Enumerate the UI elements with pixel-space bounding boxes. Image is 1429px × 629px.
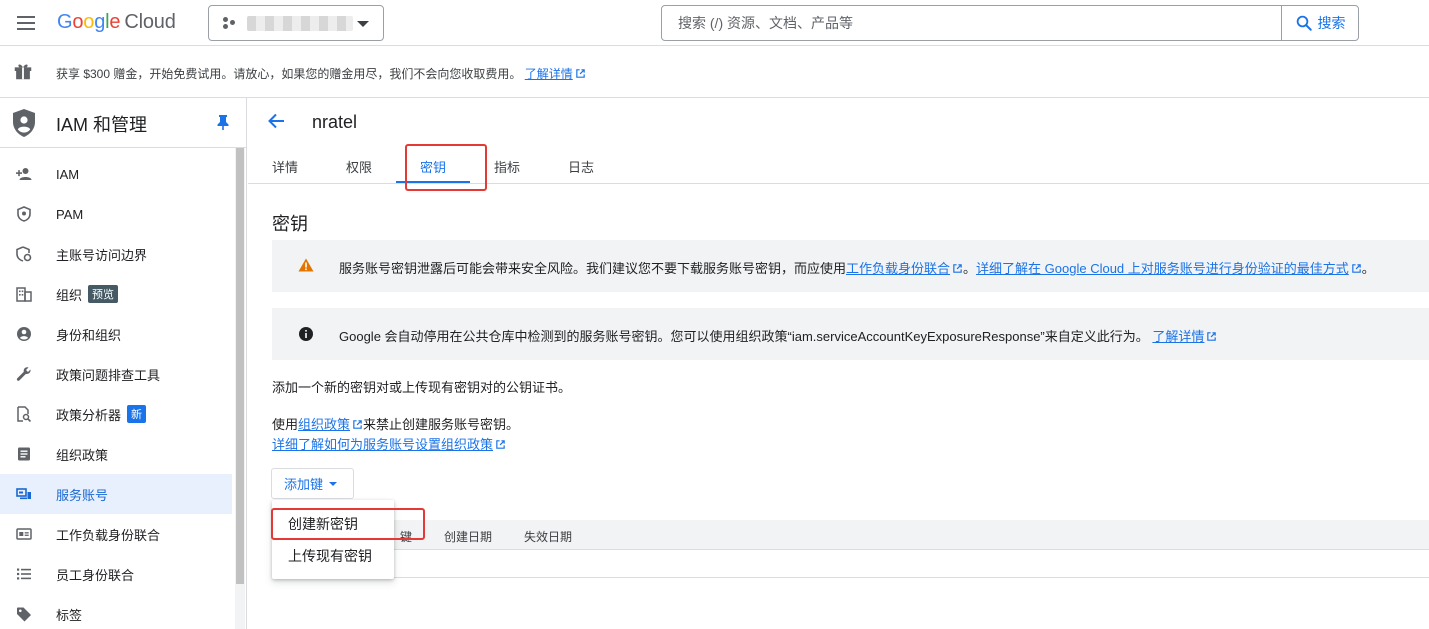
- sidebar-item-policy-analyzer[interactable]: 政策分析器 新: [0, 394, 232, 434]
- chevron-down-icon: [329, 481, 338, 486]
- top-bar: Google Cloud 搜索: [0, 0, 1429, 46]
- info-learn-more-link[interactable]: 了解详情: [1152, 329, 1204, 344]
- principal-boundary-icon: [16, 246, 32, 262]
- menu-icon[interactable]: [14, 12, 38, 34]
- search-icon: [1296, 15, 1312, 31]
- add-key-button[interactable]: 添加键: [271, 468, 354, 499]
- external-link-icon: [575, 69, 585, 78]
- sidebar-item-pam[interactable]: PAM: [0, 194, 232, 234]
- sidebar-item-iam[interactable]: IAM: [0, 154, 232, 194]
- table-divider: [272, 577, 1429, 578]
- tab-details[interactable]: 详情: [272, 157, 298, 176]
- policy-analyzer-icon: [17, 406, 32, 422]
- external-link-icon: [353, 420, 362, 429]
- search-button[interactable]: 搜索: [1281, 6, 1358, 40]
- section-title: 密钥: [272, 214, 308, 234]
- warning-notice: 服务账号密钥泄露后可能会带来安全风险。我们建议您不要下载服务账号密钥，而应使用工…: [272, 240, 1429, 292]
- column-header-created: 创建日期: [444, 530, 493, 544]
- warning-icon: [298, 258, 314, 272]
- add-key-description: 添加一个新的密钥对或上传现有密钥对的公钥证书。: [272, 380, 572, 395]
- keys-table-header: 键 创建日期 失效日期: [272, 520, 1429, 550]
- warning-text: 服务账号密钥泄露后可能会带来安全风险。我们建议您不要下载服务账号密钥，而应使用工…: [339, 261, 1375, 276]
- iam-shield-icon: [13, 109, 35, 137]
- org-policy-text: 使用组织政策 来禁止创建服务账号密钥。: [272, 417, 520, 432]
- document-icon: [18, 447, 30, 461]
- sidebar-item-identity-and-organization[interactable]: 身份和组织: [0, 314, 232, 354]
- account-circle-icon: [17, 327, 31, 341]
- search-button-label: 搜索: [1317, 15, 1346, 31]
- google-cloud-logo[interactable]: Google Cloud: [57, 11, 176, 34]
- sidebar-item-workload-identity-federation[interactable]: 工作负载身份联合: [0, 514, 232, 554]
- sidebar-nav: IAM PAM 主账号访问边界 组织 预览 身份和组织 政策问题排查工具 政策分…: [0, 154, 232, 629]
- list-icon: [17, 568, 31, 580]
- sidebar-item-tags[interactable]: 标签: [0, 594, 232, 629]
- shield-icon: [17, 206, 31, 222]
- external-link-icon: [1352, 264, 1361, 273]
- gift-icon: [14, 64, 32, 80]
- external-link-icon: [953, 264, 962, 273]
- sidebar-title: IAM 和管理: [56, 115, 148, 135]
- sidebar-item-workforce-identity-federation[interactable]: 员工身份联合: [0, 554, 232, 594]
- tab-logs[interactable]: 日志: [568, 157, 594, 176]
- sidebar-item-service-accounts[interactable]: 服务账号: [0, 474, 232, 514]
- pin-icon[interactable]: [216, 114, 230, 130]
- sidebar-item-organization[interactable]: 组织 预览: [0, 274, 232, 314]
- auth-best-practices-link[interactable]: 详细了解在 Google Cloud 上对服务账号进行身份验证的最佳方式: [976, 261, 1349, 276]
- info-notice: Google 会自动停用在公共仓库中检测到的服务账号密钥。您可以使用组织政策“i…: [272, 308, 1429, 360]
- sidebar-item-policy-troubleshooter[interactable]: 政策问题排查工具: [0, 354, 232, 394]
- new-badge: 新: [127, 405, 147, 423]
- project-icon: [223, 16, 237, 30]
- highlight-box-keys-tab: [405, 144, 487, 191]
- search-bar: 搜索: [661, 5, 1359, 41]
- sidebar-item-principal-access-boundary[interactable]: 主账号访问边界: [0, 234, 232, 274]
- sidebar: IAM 和管理 IAM PAM 主账号访问边界 组织 预览 身份和组织 政策问题…: [0, 98, 247, 629]
- chevron-down-icon: [357, 21, 369, 27]
- service-account-icon: [16, 488, 31, 500]
- free-trial-banner: 获享 $300 赠金，开始免费试用。请放心，如果您的赠金用尽，我们不会向您收取费…: [0, 46, 1429, 98]
- page-title: nratel: [312, 112, 358, 132]
- tag-icon: [17, 607, 31, 622]
- highlight-box-create-key: [271, 508, 425, 540]
- project-name-redacted: [247, 16, 353, 31]
- info-text: Google 会自动停用在公共仓库中检测到的服务账号密钥。您可以使用组织政策“i…: [339, 326, 1217, 345]
- sidebar-item-organization-policies[interactable]: 组织政策: [0, 434, 232, 474]
- info-icon: [299, 327, 313, 341]
- sidebar-scrollbar-thumb[interactable]: [236, 148, 244, 584]
- sidebar-header: IAM 和管理: [0, 98, 246, 148]
- org-policy-learn-more-link[interactable]: 详细了解如何为服务账号设置组织政策: [272, 437, 493, 452]
- project-picker[interactable]: [208, 5, 384, 41]
- org-policy-link[interactable]: 组织政策: [298, 417, 350, 432]
- main-content: nratel 详情 权限 密钥 指标 日志 密钥 服务账号密钥泄露后可能会带来安…: [248, 98, 1429, 629]
- back-arrow-icon[interactable]: [266, 111, 286, 131]
- workload-identity-federation-link[interactable]: 工作负载身份联合: [846, 261, 950, 276]
- preview-badge: 预览: [88, 285, 119, 303]
- promo-text: 获享 $300 赠金，开始免费试用。请放心，如果您的赠金用尽，我们不会向您收取费…: [56, 65, 586, 82]
- promo-learn-more-link[interactable]: 了解详情: [525, 67, 573, 81]
- search-input[interactable]: [662, 6, 1282, 40]
- person-add-icon: [16, 168, 32, 180]
- tab-permissions[interactable]: 权限: [346, 157, 372, 176]
- org-policy-learn-more: 详细了解如何为服务账号设置组织政策: [272, 434, 506, 453]
- sidebar-scrollbar[interactable]: [235, 148, 245, 629]
- tab-metrics[interactable]: 指标: [494, 157, 520, 176]
- organization-icon: [16, 287, 32, 302]
- external-link-icon: [1207, 332, 1217, 341]
- id-card-icon: [16, 528, 32, 540]
- wrench-icon: [16, 367, 31, 381]
- column-header-expires: 失效日期: [524, 530, 573, 544]
- upload-existing-key-item[interactable]: 上传现有密钥: [272, 540, 394, 572]
- external-link-icon: [496, 440, 505, 449]
